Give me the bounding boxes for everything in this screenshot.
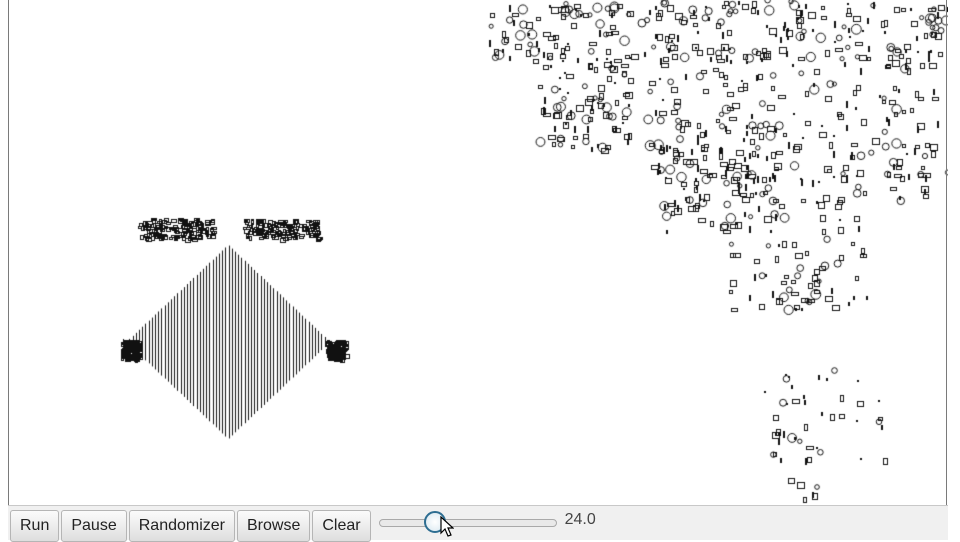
clear-button[interactable]: Clear	[312, 510, 371, 542]
window-edge	[948, 0, 960, 540]
randomizer-button[interactable]: Randomizer	[128, 510, 235, 542]
speed-slider[interactable]	[378, 511, 557, 535]
simulation-area	[0, 0, 960, 540]
mouse-pointer-icon	[440, 516, 454, 537]
run-button[interactable]: Run	[10, 510, 60, 542]
speed-value-label: 24.0	[564, 511, 596, 528]
control-toolbar: Run Pause Randomizer Browse Clear 24.0	[8, 505, 948, 542]
life-grid-canvas[interactable]	[8, 0, 948, 505]
canvas-border-left	[8, 0, 9, 505]
pause-button[interactable]: Pause	[61, 510, 127, 542]
canvas-border-right	[946, 0, 947, 505]
browse-button[interactable]: Browse	[237, 510, 311, 542]
speed-slider-track[interactable]	[378, 519, 557, 527]
